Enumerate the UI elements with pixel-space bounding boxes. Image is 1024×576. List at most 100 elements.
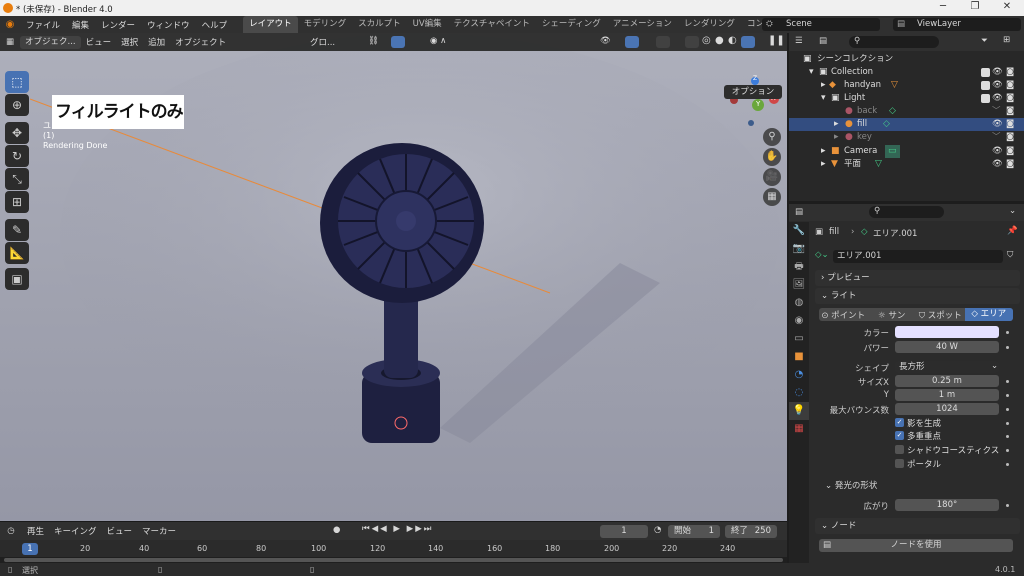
- keyframe-dot[interactable]: [1006, 331, 1009, 334]
- include-checkbox[interactable]: [981, 68, 990, 77]
- 3d-viewport[interactable]: Z X Y ▦ オブジェク... ビュー 選択 追加 オブジェクト グロ... …: [0, 33, 787, 521]
- shading-solid-icon[interactable]: ●: [715, 35, 724, 46]
- record-icon[interactable]: ●: [333, 525, 340, 535]
- transform-tool[interactable]: ⊞: [5, 191, 29, 213]
- sizey-field[interactable]: 1 m: [895, 389, 999, 401]
- tab-shading[interactable]: シェーディング: [536, 16, 607, 33]
- tab-layout[interactable]: レイアウト: [243, 16, 298, 33]
- scene-selector[interactable]: ⛭ Scene: [762, 18, 880, 31]
- fake-user-shield-icon[interactable]: ⛉: [1007, 250, 1013, 260]
- tab-modeling[interactable]: モデリング: [298, 16, 353, 33]
- keyframe-dot[interactable]: [1006, 504, 1009, 507]
- shadow-caustics-checkbox[interactable]: [895, 445, 904, 454]
- render-camera-icon[interactable]: ◙: [1006, 66, 1014, 79]
- menu-edit[interactable]: 編集: [66, 19, 95, 31]
- expand-icon[interactable]: ▾: [821, 92, 826, 105]
- outliner-search-input[interactable]: ⚲: [849, 36, 939, 48]
- shading-wireframe-icon[interactable]: ◎: [702, 35, 711, 46]
- timeline-editor-icon[interactable]: ◷: [0, 526, 22, 536]
- cast-shadow-checkbox[interactable]: ✓: [895, 418, 904, 427]
- eye-icon[interactable]: 👁: [992, 158, 1003, 171]
- viewlayer-selector[interactable]: ▤ ViewLayer: [893, 18, 1021, 31]
- end-frame-field[interactable]: 終了 250: [725, 525, 777, 538]
- mode-selector[interactable]: オブジェク...: [20, 35, 81, 49]
- menu-window[interactable]: ウィンドウ: [141, 19, 196, 31]
- expand-icon[interactable]: ▾: [809, 66, 814, 79]
- expand-icon[interactable]: ▸: [821, 158, 826, 171]
- light-panel-header[interactable]: ⌄ ライト: [815, 288, 1020, 304]
- render-camera-icon[interactable]: ◙: [1006, 92, 1014, 105]
- tab-sculpt[interactable]: スカルプト: [352, 16, 407, 33]
- nodes-panel-header[interactable]: ⌄ ノード: [815, 518, 1020, 534]
- color-swatch[interactable]: [895, 326, 999, 338]
- menu-render[interactable]: レンダー: [95, 19, 141, 31]
- keyframe-dot[interactable]: [1006, 380, 1009, 383]
- scale-tool[interactable]: ⤡: [5, 168, 29, 190]
- sizex-field[interactable]: 0.25 m: [895, 375, 999, 387]
- menu-select[interactable]: 選択: [116, 36, 143, 48]
- tree-item-light[interactable]: ▾ ▣ Light 👁 ◙: [789, 92, 1024, 105]
- tree-item-camera[interactable]: ▸ ■ Camera ▭ 👁 ◙: [789, 145, 1024, 158]
- tree-item-fill[interactable]: ▸ ● fill ◇ 👁 ◙: [789, 118, 1024, 131]
- menu-keying[interactable]: キーイング: [49, 525, 102, 537]
- menu-view[interactable]: ビュー: [81, 36, 117, 48]
- eye-icon[interactable]: 👁: [992, 145, 1003, 158]
- perspective-grid-icon[interactable]: ▦: [763, 188, 781, 206]
- render-camera-icon[interactable]: ◙: [1006, 158, 1014, 171]
- expand-icon[interactable]: ▸: [821, 79, 826, 92]
- tree-item-plane[interactable]: ▸ ▼ 平面 ▽ 👁 ◙: [789, 158, 1024, 171]
- shape-dropdown[interactable]: 長方形: [895, 361, 999, 373]
- options-button[interactable]: オプション: [724, 85, 782, 99]
- menu-file[interactable]: ファイル: [20, 19, 66, 31]
- overlay-toggle-icon[interactable]: [656, 36, 670, 48]
- keyframe-dot[interactable]: [1006, 463, 1009, 466]
- pan-hand-icon[interactable]: ✋: [763, 148, 781, 166]
- light-type-spot[interactable]: ⛉ スポット: [916, 309, 965, 321]
- editor-type-icon[interactable]: ▦: [0, 37, 20, 47]
- menu-object[interactable]: オブジェクト: [170, 36, 231, 48]
- keyframe-dot[interactable]: [1006, 435, 1009, 438]
- multiple-importance-checkbox[interactable]: ✓: [895, 431, 904, 440]
- camera-view-icon[interactable]: 🎥: [763, 168, 781, 186]
- xray-icon[interactable]: [685, 36, 699, 48]
- eye-icon[interactable]: 👁: [992, 92, 1003, 105]
- menu-help[interactable]: ヘルプ: [196, 19, 234, 31]
- eye-closed-icon[interactable]: ﹀: [992, 131, 1001, 144]
- view-layer-tab-icon[interactable]: 🖼: [789, 276, 809, 294]
- light-type-point[interactable]: ⊙ ポイント: [819, 309, 868, 321]
- portal-checkbox[interactable]: [895, 459, 904, 468]
- new-collection-icon[interactable]: ⊞: [1003, 35, 1010, 45]
- shading-rendered-icon[interactable]: [741, 36, 755, 48]
- measure-tool[interactable]: 📐: [5, 242, 29, 264]
- tree-item-collection[interactable]: ▾ ▣ Collection 👁 ◙: [789, 66, 1024, 79]
- tree-item-handyan[interactable]: ▸ ◆ handyan ▽ 👁 ◙: [789, 79, 1024, 92]
- shading-material-icon[interactable]: ◐: [728, 35, 737, 46]
- keyframe-dot[interactable]: [1006, 346, 1009, 349]
- display-mode-icon[interactable]: ▤: [819, 36, 827, 46]
- transform-orientation[interactable]: グロ...: [310, 36, 335, 48]
- properties-editor[interactable]: ▤ ⚲ ⌄ 🔧 📷 🖶 🖼 ◍ ◉ ▭ ■ ◔ ◌ 💡 ▦ ▣ fill › ◇…: [789, 204, 1024, 563]
- menu-marker[interactable]: マーカー: [137, 525, 181, 537]
- max-bounces-field[interactable]: 1024: [895, 403, 999, 415]
- maximize-icon[interactable]: ❐: [960, 1, 990, 15]
- timeline[interactable]: ◷ 再生 キーイング ビュー マーカー ● ⏮◀◀ ▶ ▶▶⏭ 1 ◔ 開始 1…: [0, 521, 787, 563]
- spread-field[interactable]: 180°: [895, 499, 999, 511]
- keyframe-dot[interactable]: [1006, 422, 1009, 425]
- minimize-icon[interactable]: ─: [928, 1, 958, 15]
- render-camera-icon[interactable]: ◙: [1006, 118, 1014, 131]
- proportional-edit-icon[interactable]: ◉ ∧: [430, 36, 446, 46]
- render-tab-icon[interactable]: 📷: [789, 240, 809, 258]
- light-type-area[interactable]: ◇ エリア: [964, 308, 1013, 321]
- texture-tab-icon[interactable]: ▦: [789, 420, 809, 438]
- zoom-icon[interactable]: ⚲: [763, 128, 781, 146]
- gizmo-toggle-icon[interactable]: [625, 36, 639, 48]
- eye-icon[interactable]: 👁: [992, 79, 1003, 92]
- power-field[interactable]: 40 W: [895, 341, 999, 353]
- expand-icon[interactable]: ▸: [834, 131, 839, 144]
- cursor-tool[interactable]: ⊕: [5, 94, 29, 116]
- filter-icon[interactable]: ⏷: [981, 36, 988, 46]
- use-nodes-button[interactable]: ▤ ノードを使用: [819, 539, 1013, 552]
- annotate-tool[interactable]: ✎: [5, 219, 29, 241]
- datablock-name-field[interactable]: エリア.001: [833, 250, 1003, 263]
- expand-icon[interactable]: ▸: [834, 118, 839, 131]
